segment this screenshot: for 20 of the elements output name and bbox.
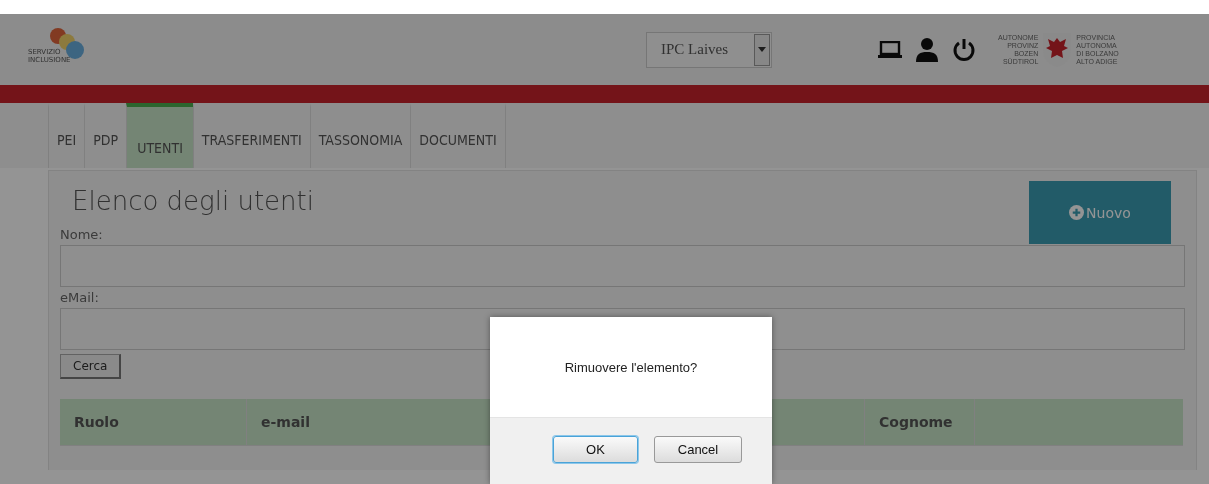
dialog-message: Rimuovere l'elemento? bbox=[564, 359, 698, 375]
school-dropdown[interactable]: IPC Laives bbox=[646, 31, 772, 68]
nav-tab[interactable]: TASSONOMIA bbox=[309, 103, 411, 168]
new-button[interactable]: Nuovo bbox=[1029, 181, 1171, 244]
ok-button[interactable]: OK bbox=[553, 436, 638, 463]
nav-tab[interactable]: PEI bbox=[48, 103, 85, 168]
nav-tab[interactable]: UTENTI bbox=[126, 103, 193, 168]
page-title: Elenco degli utenti bbox=[71, 185, 314, 216]
field-label: Nome: bbox=[60, 227, 104, 244]
user-icon[interactable] bbox=[916, 37, 938, 62]
input-field[interactable] bbox=[60, 245, 1185, 287]
search-button[interactable]: Cerca bbox=[60, 354, 122, 379]
plus-circle-icon bbox=[1069, 205, 1085, 220]
cancel-button[interactable]: Cancel bbox=[654, 436, 742, 463]
caret-icon bbox=[758, 47, 766, 52]
laptop-icon[interactable] bbox=[878, 40, 902, 59]
field-label: eMail: bbox=[60, 290, 100, 307]
power-icon[interactable] bbox=[952, 37, 976, 62]
nav-tab[interactable]: DOCUMENTI bbox=[410, 103, 506, 168]
nav-tab[interactable]: TRASFERIMENTI bbox=[192, 103, 310, 168]
